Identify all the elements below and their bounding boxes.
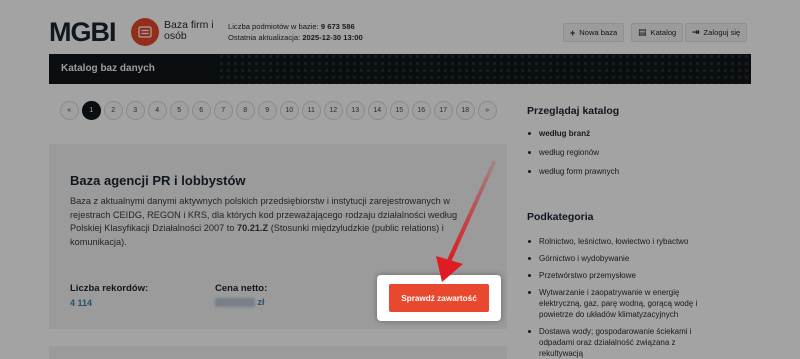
pagination-page-10[interactable]: 10 (280, 101, 299, 120)
records-value: 4 114 (70, 298, 93, 308)
new-base-button[interactable]: + Nowa baza (563, 23, 625, 42)
pagination-page-11[interactable]: 11 (302, 101, 321, 120)
subcategory-link-item[interactable]: Przetwórstwo przemysłowe (527, 270, 717, 281)
subcategory-link-item[interactable]: Wytwarzanie i zaopatrywanie w energię el… (527, 287, 717, 320)
pagination-page-3[interactable]: 3 (126, 101, 145, 120)
pagination-next-button[interactable]: » (478, 101, 497, 120)
browse-list: według branż według regionów według form p… (527, 128, 757, 185)
stats-count: 9 673 586 (320, 22, 355, 31)
stats-update: 2025-12-30 13:00 (302, 33, 363, 42)
banner-title: Katalog baz danych (61, 63, 155, 74)
pagination-page-4[interactable]: 4 (148, 101, 167, 120)
pagination: «1 2 3 4 5 6 7 8 9 10 11 12 13 14 15 16 17 18» (60, 101, 497, 120)
pagination-page-9[interactable]: 9 (258, 101, 277, 120)
records-label: Liczba rekordów: (70, 283, 149, 294)
database-list-icon (138, 26, 152, 38)
login-button[interactable]: ⇥ Zaloguj się (685, 23, 748, 42)
catalog-button[interactable]: ▤ Katalog (631, 23, 684, 42)
price-label: Cena netto: (215, 283, 268, 294)
pagination-page-1[interactable]: 1 (82, 101, 101, 120)
pagination-page-16[interactable]: 16 (412, 101, 431, 120)
check-contents-button[interactable]: Sprawdź zawartość (389, 284, 489, 312)
pagination-page-17[interactable]: 17 (434, 101, 453, 120)
login-label: Zaloguj się (703, 28, 741, 37)
subcategory-link-item[interactable]: Rolnictwo, leśnictwo, łowiectwo i rybact… (527, 236, 717, 247)
price-currency: zł (257, 297, 265, 307)
subcategory-heading: Podkategoria (527, 211, 594, 223)
logo-badge-icon (131, 18, 159, 46)
pagination-page-14[interactable]: 14 (368, 101, 387, 120)
pagination-page-15[interactable]: 15 (390, 101, 409, 120)
banner-pattern (219, 54, 749, 84)
browse-heading: Przeglądaj katalog (527, 105, 620, 117)
subcategory-link-item[interactable]: Dostawa wody; gospodarowanie ściekami i … (527, 326, 717, 359)
pagination-page-6[interactable]: 6 (192, 101, 211, 120)
catalog-label: Katalog (650, 28, 677, 37)
pkd-code: 70.21.Z (236, 223, 269, 233)
card-title[interactable]: Baza agencji PR i lobbystów (70, 173, 246, 188)
next-database-card (49, 346, 507, 359)
sign-in-icon: ⇥ (692, 27, 700, 37)
blurred-price (215, 298, 255, 308)
new-base-label: Nowa baza (579, 28, 618, 37)
book-icon: ▤ (638, 27, 647, 37)
catalog-banner: Katalog baz danych (49, 54, 751, 84)
pagination-page-2[interactable]: 2 (104, 101, 123, 120)
pagination-page-13[interactable]: 13 (346, 101, 365, 120)
database-stats: Liczba podmiotów w bazie: 9 673 586 Osta… (228, 21, 363, 43)
logo[interactable]: MGBI (49, 19, 116, 46)
browse-link-item[interactable]: według form prawnych (527, 166, 757, 177)
pagination-page-18[interactable]: 18 (456, 101, 475, 120)
pagination-page-5[interactable]: 5 (170, 101, 189, 120)
browse-link-item[interactable]: według branż (527, 128, 757, 139)
pagination-page-7[interactable]: 7 (214, 101, 233, 120)
pagination-prev-button[interactable]: « (60, 101, 79, 120)
subcategory-link-item[interactable]: Górnictwo i wydobywanie (527, 253, 717, 264)
logo-subtitle: Baza firm i osób (164, 19, 214, 42)
pagination-page-12[interactable]: 12 (324, 101, 343, 120)
pagination-page-8[interactable]: 8 (236, 101, 255, 120)
stats-count-label: Liczba podmiotów w bazie: (228, 22, 319, 31)
subcategory-list: Rolnictwo, leśnictwo, łowiectwo i rybact… (527, 236, 717, 359)
browse-link-item[interactable]: według regionów (527, 147, 757, 158)
card-description: Baza z aktualnymi danymi aktywnych polsk… (70, 195, 490, 249)
plus-icon: + (570, 27, 576, 38)
site-header: MGBI Baza firm i osób Liczba podmiotów w… (0, 0, 800, 54)
stats-update-label: Ostatnia aktualizacja: (228, 33, 301, 42)
price-value: zł (215, 297, 265, 308)
